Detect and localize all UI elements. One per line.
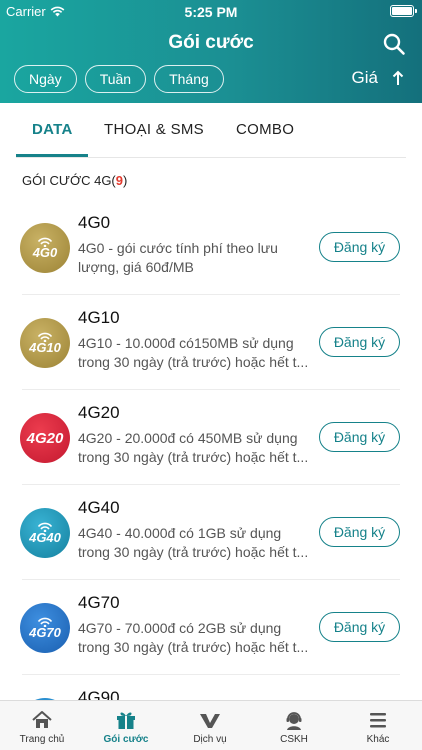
register-button[interactable]: Đăng ký — [319, 422, 400, 452]
list-item: 4G10 4G10 4G10 - 10.000đ có150MB sử dụng… — [0, 295, 422, 390]
arrow-up-icon — [392, 70, 404, 85]
package-description: 4G20 - 20.000đ có 450MB sử dụng trong 30 … — [78, 430, 309, 465]
package-name: 4G90 — [78, 688, 120, 700]
list-item: 4G40 4G40 4G40 - 40.000đ có 1GB sử dụng t… — [0, 485, 422, 580]
tab-data[interactable]: DATA — [32, 121, 73, 138]
package-name: 4G40 — [78, 498, 120, 517]
support-agent-icon — [286, 712, 302, 730]
category-tabs: DATA THOẠI & SMS COMBO — [0, 103, 422, 158]
battery-icon — [390, 5, 417, 17]
package-description: 4G40 - 40.000đ có 1GB sử dụng trong 30 ng… — [78, 525, 309, 560]
gift-icon — [117, 712, 135, 729]
register-button[interactable]: Đăng ký — [319, 327, 400, 357]
search-icon[interactable] — [382, 32, 406, 56]
package-name: 4G70 — [78, 593, 120, 612]
filter-month[interactable]: Tháng — [154, 65, 224, 93]
price-sort-label: Giá — [351, 68, 378, 87]
register-button[interactable]: Đăng ký — [319, 232, 400, 262]
package-4g-icon: 4G10 — [20, 318, 70, 368]
tabbar-packages[interactable]: Gói cước — [84, 701, 168, 750]
package-4g-icon: 4G0 — [20, 223, 70, 273]
menu-icon — [370, 713, 386, 728]
register-button[interactable]: Đăng ký — [319, 517, 400, 547]
package-name: 4G20 — [78, 403, 120, 422]
tab-voice-sms[interactable]: THOẠI & SMS — [104, 121, 204, 138]
package-description: 4G10 - 10.000đ có150MB sử dụng trong 30 n… — [78, 335, 309, 370]
list-item: 4G90 — [0, 675, 422, 700]
v-logo-icon — [200, 714, 220, 728]
tab-combo[interactable]: COMBO — [236, 121, 294, 138]
list-item: 4G0 4G0 4G0 - gói cước tính phí theo lưu… — [0, 200, 422, 295]
status-bar: Carrier 5:25 PM — [0, 0, 422, 22]
period-filters: Ngày Tuần Tháng — [14, 65, 224, 93]
package-name: 4G10 — [78, 308, 120, 327]
tabbar-more[interactable]: Khác — [336, 701, 420, 750]
tabbar-home[interactable]: Trang chủ — [0, 701, 84, 750]
status-time: 5:25 PM — [184, 4, 238, 20]
bottom-tab-bar: Trang chủ Gói cước Dịch vụ CSKH Khác — [0, 700, 422, 750]
tabbar-support[interactable]: CSKH — [252, 701, 336, 750]
filter-week[interactable]: Tuần — [84, 65, 147, 93]
filter-day[interactable]: Ngày — [14, 65, 77, 93]
list-item: 4G70 4G70 4G70 - 70.000đ có 2GB sử dụng t… — [0, 580, 422, 675]
package-count: 9 — [115, 173, 123, 188]
package-4g-icon: 4G40 — [20, 508, 70, 558]
header: Carrier 5:25 PM Gói cước Ngày Tuần Tháng… — [0, 0, 422, 103]
tabbar-services[interactable]: Dịch vụ — [168, 701, 252, 750]
list-item: 4G20 4G20 4G20 - 20.000đ có 450MB sử dụn… — [0, 390, 422, 485]
package-4g-icon: 4G20 — [20, 413, 70, 463]
package-list: 4G0 4G0 4G0 - gói cước tính phí theo lưu… — [0, 200, 422, 700]
package-description: 4G70 - 70.000đ có 2GB sử dụng trong 30 ng… — [78, 620, 309, 655]
price-sort-button[interactable]: Giá — [352, 68, 404, 88]
register-button[interactable]: Đăng ký — [319, 612, 400, 642]
page-title: Gói cước — [168, 32, 254, 53]
section-title: GÓI CƯỚC 4G(9) — [22, 173, 128, 188]
package-description: 4G0 - gói cước tính phí theo lưu lượng, g… — [78, 240, 278, 275]
package-4g-icon: 4G70 — [20, 603, 70, 653]
tab-divider — [16, 157, 406, 158]
home-icon — [32, 711, 52, 728]
package-name: 4G0 — [78, 213, 111, 232]
